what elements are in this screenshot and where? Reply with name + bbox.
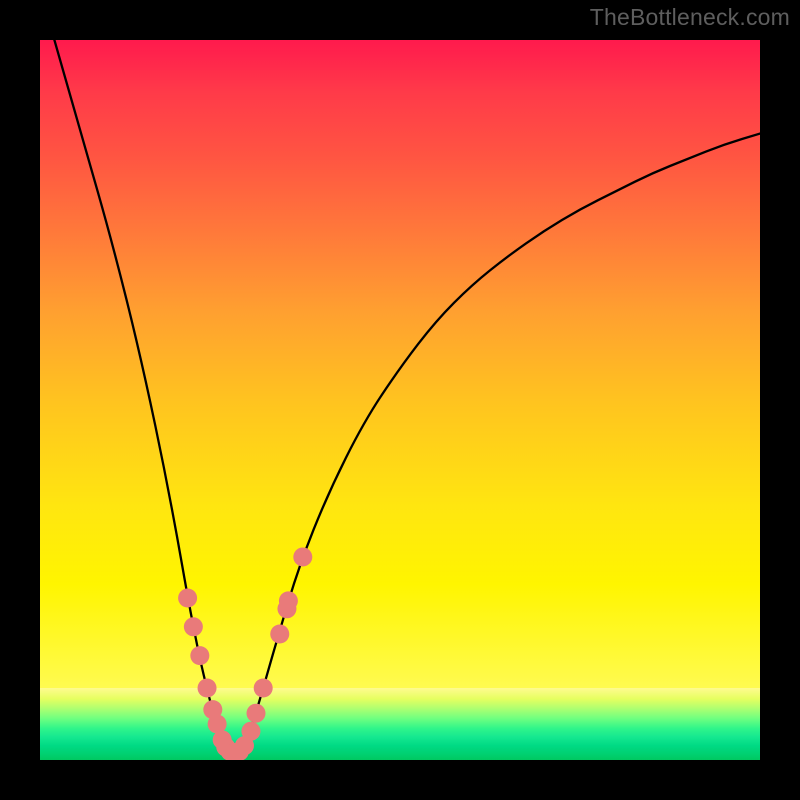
data-dot	[247, 704, 266, 723]
data-dot	[190, 646, 209, 665]
data-dot	[198, 679, 217, 698]
data-dot	[270, 625, 289, 644]
curve-layer	[40, 40, 760, 760]
bottleneck-curve	[54, 40, 760, 751]
data-dots	[178, 547, 312, 760]
data-dot	[254, 679, 273, 698]
data-dot	[293, 547, 312, 566]
data-dot	[241, 722, 260, 741]
plot-area	[40, 40, 760, 760]
watermark-text: TheBottleneck.com	[590, 4, 790, 31]
data-dot	[279, 591, 298, 610]
data-dot	[184, 617, 203, 636]
chart-stage: TheBottleneck.com	[0, 0, 800, 800]
data-dot	[178, 589, 197, 608]
